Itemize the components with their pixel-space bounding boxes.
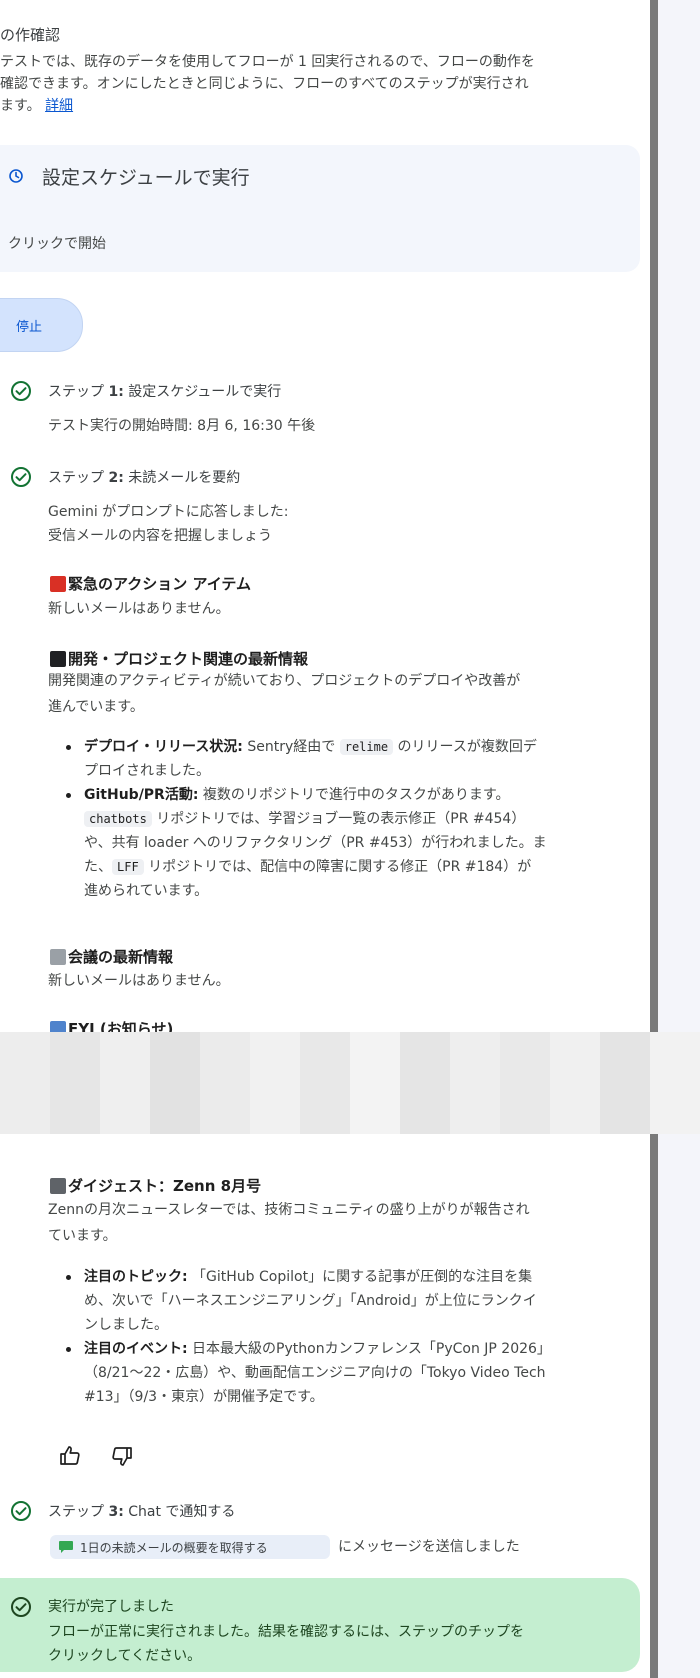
digest-section-heading: ダイジェスト：Zenn 8月号: [50, 1175, 261, 1196]
completion-text-line-1: フローが正常に実行されました。結果を確認するには、ステップのチップを: [48, 1624, 524, 1640]
urgent-title: 緊急のアクション アイテム: [68, 575, 251, 593]
completion-text-line-2: クリックしてください。: [48, 1648, 202, 1664]
step-3-name: Chat で通知する: [123, 1504, 236, 1520]
bullet-text: 日本最大級のPythonカンファレンス「PyCon JP 2026」: [187, 1341, 551, 1357]
calendar-icon: [50, 948, 66, 965]
chat-icon: [59, 1541, 73, 1553]
inline-code: relime: [339, 739, 394, 755]
list-item: 注目のトピック: 「GitHub Copilot」に関する記事が圧倒的な注目を集…: [66, 1265, 631, 1337]
bullet-label: GitHub/PR活動:: [84, 787, 199, 803]
bullet-text: プロイされました。: [84, 763, 210, 779]
schedule-icon: [9, 169, 23, 183]
bullet-text: のリリースが複数回デ: [393, 739, 537, 755]
schedule-title: 設定スケジュールで実行: [42, 167, 250, 189]
laptop-icon: [50, 650, 66, 667]
stop-button-label: 停止: [16, 320, 43, 335]
step-1-prefix: ステップ: [48, 384, 109, 400]
chat-sent-message: にメッセージを送信しました: [338, 1539, 520, 1555]
step-2-detail-1: Gemini がプロンプトに応答しました:: [48, 504, 289, 520]
bullet-text: 複数のリポジトリで進行中のタスクがあります。: [198, 787, 510, 803]
list-item: デプロイ・リリース状況: Sentry経由で relime のリリースが複数回デ…: [66, 735, 631, 783]
intro-text: テストでは、既存のデータを使用してフローが 1 回実行されるので、フローの動作を…: [0, 51, 640, 117]
check-circle-icon: [11, 1597, 31, 1617]
bullet-label: デプロイ・リリース状況:: [84, 739, 243, 755]
thumbs-up-icon[interactable]: [58, 1444, 82, 1468]
bullet-text: （8/21〜22・広島）や、動画配信エンジニア向けの「Tokyo Video T…: [84, 1365, 546, 1381]
dev-section-heading: 開発・プロジェクト関連の最新情報: [50, 648, 308, 669]
step-2-name: 未読メールを要約: [123, 470, 241, 486]
dev-text-line-1: 開発関連のアクティビティが続いており、プロジェクトのデプロイや改善が: [48, 673, 521, 689]
side-gutter: [658, 0, 700, 1678]
step-1-number: 1:: [108, 384, 124, 400]
dev-title: 開発・プロジェクト関連の最新情報: [68, 650, 309, 668]
bullet-label: 注目のイベント:: [84, 1341, 188, 1357]
bullet-text: た、: [84, 859, 112, 875]
inline-code: chatbots: [84, 811, 152, 827]
dev-bullet-list: デプロイ・リリース状況: Sentry経由で relime のリリースが複数回デ…: [66, 735, 631, 903]
digest-text-line-2: ています。: [48, 1228, 117, 1244]
intro-line-3-text: ます。: [0, 98, 41, 114]
dev-text-line-2: 進んでいます。: [48, 699, 144, 715]
redacted-blur-band: [0, 1032, 700, 1134]
digest-text: Zennの月次ニュースレターでは、技術コミュニティの盛り上がりが報告され ていま…: [48, 1197, 628, 1249]
siren-icon: [50, 575, 66, 592]
step-1-name: 設定スケジュールで実行: [123, 384, 282, 400]
bullet-label: 注目のトピック:: [84, 1269, 188, 1285]
step-2-title[interactable]: ステップ 2: 未読メールを要約: [48, 467, 240, 487]
meeting-section-heading: 会議の最新情報: [50, 946, 173, 967]
list-item: 注目のイベント: 日本最大級のPythonカンファレンス「PyCon JP 20…: [66, 1337, 631, 1409]
step-1-detail: テスト実行の開始時間: 8月 6, 16:30 午後: [48, 418, 316, 434]
digest-title: ダイジェスト：Zenn 8月号: [68, 1177, 262, 1195]
intro-line-1: テストでは、既存のデータを使用してフローが 1 回実行されるので、フローの動作を: [0, 54, 535, 70]
step-3-prefix: ステップ: [48, 1504, 109, 1520]
dev-text: 開発関連のアクティビティが続いており、プロジェクトのデプロイや改善が 進んでいま…: [48, 668, 628, 720]
scrollbar[interactable]: [650, 0, 658, 1678]
chat-chip-label: 1日の未読メールの概要を取得する: [80, 1540, 268, 1555]
bullet-text: ンしました。: [84, 1317, 168, 1333]
meeting-text: 新しいメールはありません。: [48, 973, 230, 989]
meeting-title: 会議の最新情報: [68, 948, 174, 966]
list-item: GitHub/PR活動: 複数のリポジトリで進行中のタスクがあります。 chatb…: [66, 783, 631, 903]
intro-line-3: ます。 詳細: [0, 95, 640, 117]
newspaper-icon: [50, 1177, 66, 1194]
urgent-section-heading: 緊急のアクション アイテム: [50, 573, 251, 594]
urgent-text: 新しいメールはありません。: [48, 601, 230, 617]
step-3-number: 3:: [108, 1504, 124, 1520]
intro-title: の作確認: [0, 26, 61, 44]
bullet-text: 進められています。: [84, 883, 209, 899]
thumbs-down-icon[interactable]: [110, 1444, 134, 1468]
inline-code: LFF: [112, 859, 144, 875]
bullet-text: や、共有 loader へのリファクタリング（PR #453）が行われました。ま: [84, 835, 547, 851]
bullet-text: リポジトリでは、学習ジョブ一覧の表示修正（PR #454）: [151, 811, 526, 827]
bullet-text: め、次いで「ハーネスエンジニアリング」「Android」が上位にランクイ: [84, 1293, 537, 1309]
check-circle-icon: [11, 1501, 31, 1521]
completion-title: 実行が完了しました: [48, 1599, 174, 1615]
completion-text: フローが正常に実行されました。結果を確認するには、ステップのチップを クリックし…: [48, 1620, 628, 1668]
step-2-prefix: ステップ: [48, 470, 109, 486]
digest-bullet-list: 注目のトピック: 「GitHub Copilot」に関する記事が圧倒的な注目を集…: [66, 1265, 631, 1409]
check-circle-icon: [11, 381, 31, 401]
intro-line-2: 確認できます。オンにしたときと同じように、フローのすべてのステップが実行され: [0, 76, 529, 92]
bullet-text: Sentry経由で: [242, 739, 340, 755]
step-2-number: 2:: [108, 470, 124, 486]
digest-text-line-1: Zennの月次ニュースレターでは、技術コミュニティの盛り上がりが報告され: [48, 1202, 530, 1218]
bullet-text: #13」（9/3・東京）が開催予定です。: [84, 1389, 324, 1405]
step-2-detail-2: 受信メールの内容を把握しましょう: [48, 528, 272, 544]
learn-more-link[interactable]: 詳細: [45, 98, 73, 114]
step-1-title[interactable]: ステップ 1: 設定スケジュールで実行: [48, 381, 281, 401]
bullet-text: 「GitHub Copilot」に関する記事が圧倒的な注目を集: [187, 1269, 533, 1285]
step-3-title[interactable]: ステップ 3: Chat で通知する: [48, 1501, 235, 1521]
chat-space-chip[interactable]: 1日の未読メールの概要を取得する: [50, 1535, 330, 1559]
schedule-subtitle: クリックで開始: [8, 236, 106, 252]
check-circle-icon: [11, 467, 31, 487]
bullet-text: リポジトリでは、配信中の障害に関する修正（PR #184）が: [143, 859, 532, 875]
